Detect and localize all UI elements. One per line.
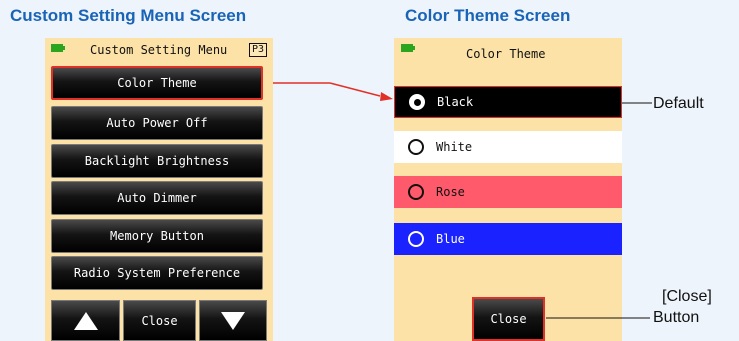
- default-callout: Default: [653, 95, 704, 112]
- close-callout-line2: Button: [653, 309, 700, 326]
- arrowhead-icon: [380, 92, 393, 101]
- close-callout-line1: [Close]: [662, 288, 712, 305]
- callout-lines: [273, 82, 652, 319]
